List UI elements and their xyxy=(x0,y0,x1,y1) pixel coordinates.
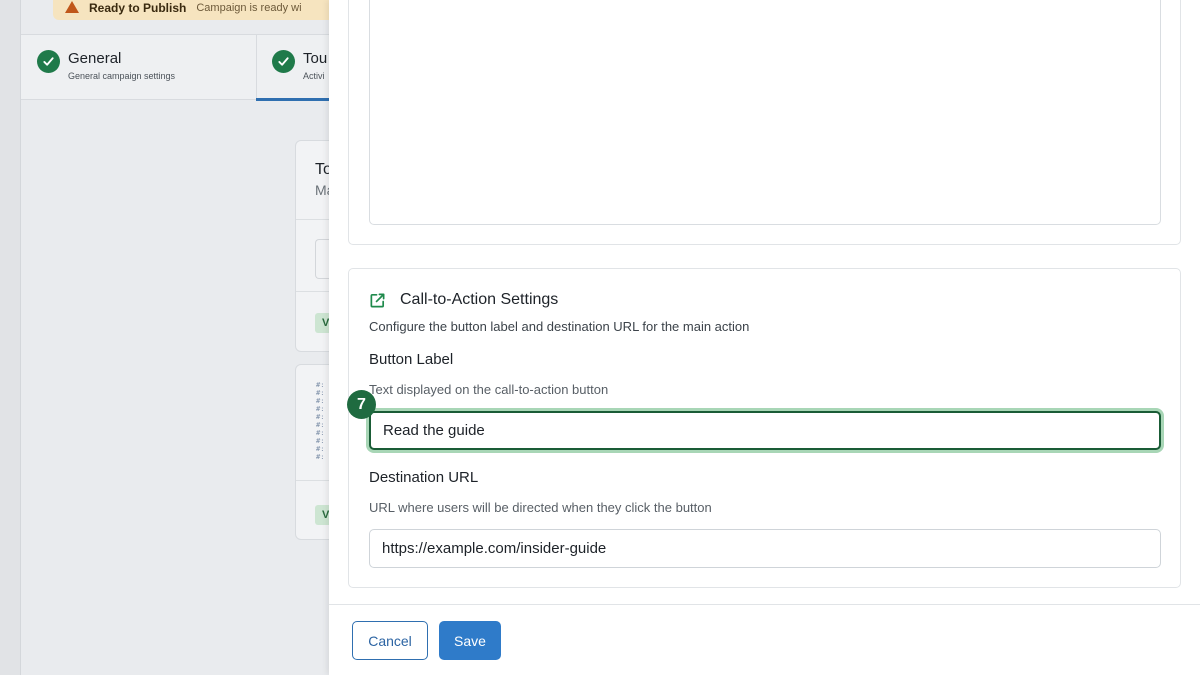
step-title: Tou xyxy=(303,50,328,67)
panel-footer: Cancel Save xyxy=(329,604,1200,675)
warning-icon xyxy=(65,1,79,13)
cta-title: Call-to-Action Settings xyxy=(400,291,559,308)
destination-url-help: URL where users will be directed when th… xyxy=(369,500,712,515)
cta-header: Call-to-Action Settings xyxy=(369,291,558,309)
cta-section: Call-to-Action Settings Configure the bu… xyxy=(348,268,1181,588)
external-link-icon xyxy=(370,293,385,307)
preview-section xyxy=(348,0,1181,245)
banner-message: Campaign is ready wi xyxy=(196,2,302,14)
preview-box xyxy=(369,0,1161,225)
step-subtitle: General campaign settings xyxy=(68,71,176,81)
edit-panel: Call-to-Action Settings Configure the bu… xyxy=(329,0,1200,675)
button-label-label: Button Label xyxy=(369,351,454,368)
button-label-help: Text displayed on the call-to-action but… xyxy=(369,382,609,397)
save-button[interactable]: Save xyxy=(439,621,501,660)
step-number-badge: 7 xyxy=(347,390,376,419)
banner-title: Ready to Publish xyxy=(89,1,187,15)
destination-url-label: Destination URL xyxy=(369,469,479,486)
destination-url-input[interactable] xyxy=(369,529,1161,568)
check-icon xyxy=(37,50,60,73)
cancel-button[interactable]: Cancel xyxy=(352,621,428,660)
button-label-input[interactable] xyxy=(369,411,1161,450)
check-icon xyxy=(272,50,295,73)
step-title: General xyxy=(68,50,122,67)
step-subtitle: Activi xyxy=(303,71,325,81)
step-general[interactable]: General General campaign settings xyxy=(37,35,257,100)
cta-description: Configure the button label and destinati… xyxy=(369,319,750,334)
left-rail xyxy=(0,0,21,675)
